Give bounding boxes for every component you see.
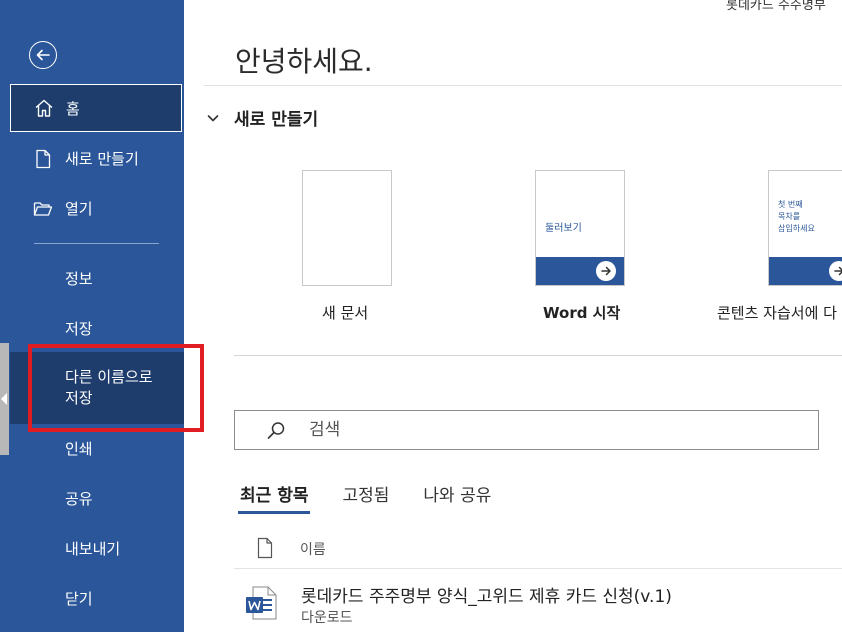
nav-new[interactable]: 새로 만들기 [10, 136, 184, 180]
file-name: 롯데카드 주주명부 양식_고위드 제휴 카드 신청(v.1) [301, 587, 672, 607]
template-content-tutorial[interactable]: 첫 번째 목차를 삽입하세요 [768, 170, 842, 286]
divider [234, 568, 842, 569]
back-button[interactable] [29, 41, 57, 69]
search-input[interactable] [309, 417, 789, 443]
new-document-icon [36, 149, 51, 169]
collapse-arrow-icon [1, 393, 7, 405]
divider [234, 355, 842, 356]
folder-open-icon [33, 202, 53, 216]
template-label: 콘텐츠 자습서에 다 [717, 304, 837, 322]
file-tabs: 최근 항목 고정됨 나와 공유 [237, 481, 525, 514]
arrow-right-icon [596, 261, 616, 281]
nav-open-label: 열기 [65, 199, 93, 218]
word-document-icon [246, 586, 277, 620]
annotation-highlight-box [28, 344, 204, 432]
search-icon [267, 422, 285, 439]
file-list-header: 이름 [234, 533, 842, 567]
nav-share[interactable]: 공유 [65, 488, 93, 509]
nav-info[interactable]: 정보 [65, 268, 93, 289]
new-section-title: 새로 만들기 [234, 110, 319, 130]
new-section-toggle[interactable]: 새로 만들기 [205, 105, 318, 130]
nav-export[interactable]: 내보내기 [65, 538, 120, 559]
home-icon [35, 99, 53, 117]
page-title: 안녕하세요. [235, 45, 373, 78]
chevron-down-icon [207, 114, 219, 121]
file-icon [257, 537, 273, 559]
nav-close[interactable]: 닫기 [65, 588, 93, 609]
template-blank-document[interactable] [302, 170, 392, 286]
template-label: 새 문서 [322, 304, 369, 322]
tab-recent[interactable]: 최근 항목 [237, 481, 311, 514]
template-preview-text: 둘러보기 [545, 223, 582, 234]
nav-home[interactable]: 홈 [10, 84, 182, 132]
nav-open[interactable]: 열기 [10, 186, 184, 230]
nav-save[interactable]: 저장 [65, 318, 93, 339]
divider [204, 85, 842, 86]
tab-shared[interactable]: 나와 공유 [423, 481, 491, 506]
back-arrow-icon [36, 49, 50, 61]
backstage-sidebar: 홈 새로 만들기 열기 정보 저장 다른 이름으로 저장 인쇄 공유 내보내기 … [0, 0, 184, 632]
tab-pinned[interactable]: 고정됨 [342, 481, 389, 506]
template-preview-text: 첫 번째 목차를 삽입하세요 [778, 200, 815, 233]
document-title: 롯데카드 주주명부 [726, 0, 826, 13]
template-word-start[interactable]: 둘러보기 [535, 170, 625, 286]
arrow-right-icon [829, 261, 842, 281]
nav-print[interactable]: 인쇄 [65, 438, 93, 459]
file-list-item[interactable]: 롯데카드 주주명부 양식_고위드 제휴 카드 신청(v.1) 다운로드 [234, 574, 842, 632]
template-label: Word 시작 [543, 304, 621, 322]
nav-new-label: 새로 만들기 [65, 149, 139, 168]
nav-home-label: 홈 [66, 99, 80, 118]
column-name-header[interactable]: 이름 [300, 539, 326, 559]
file-location: 다운로드 [301, 610, 353, 626]
search-box[interactable] [234, 410, 819, 450]
nav-separator [34, 243, 159, 244]
